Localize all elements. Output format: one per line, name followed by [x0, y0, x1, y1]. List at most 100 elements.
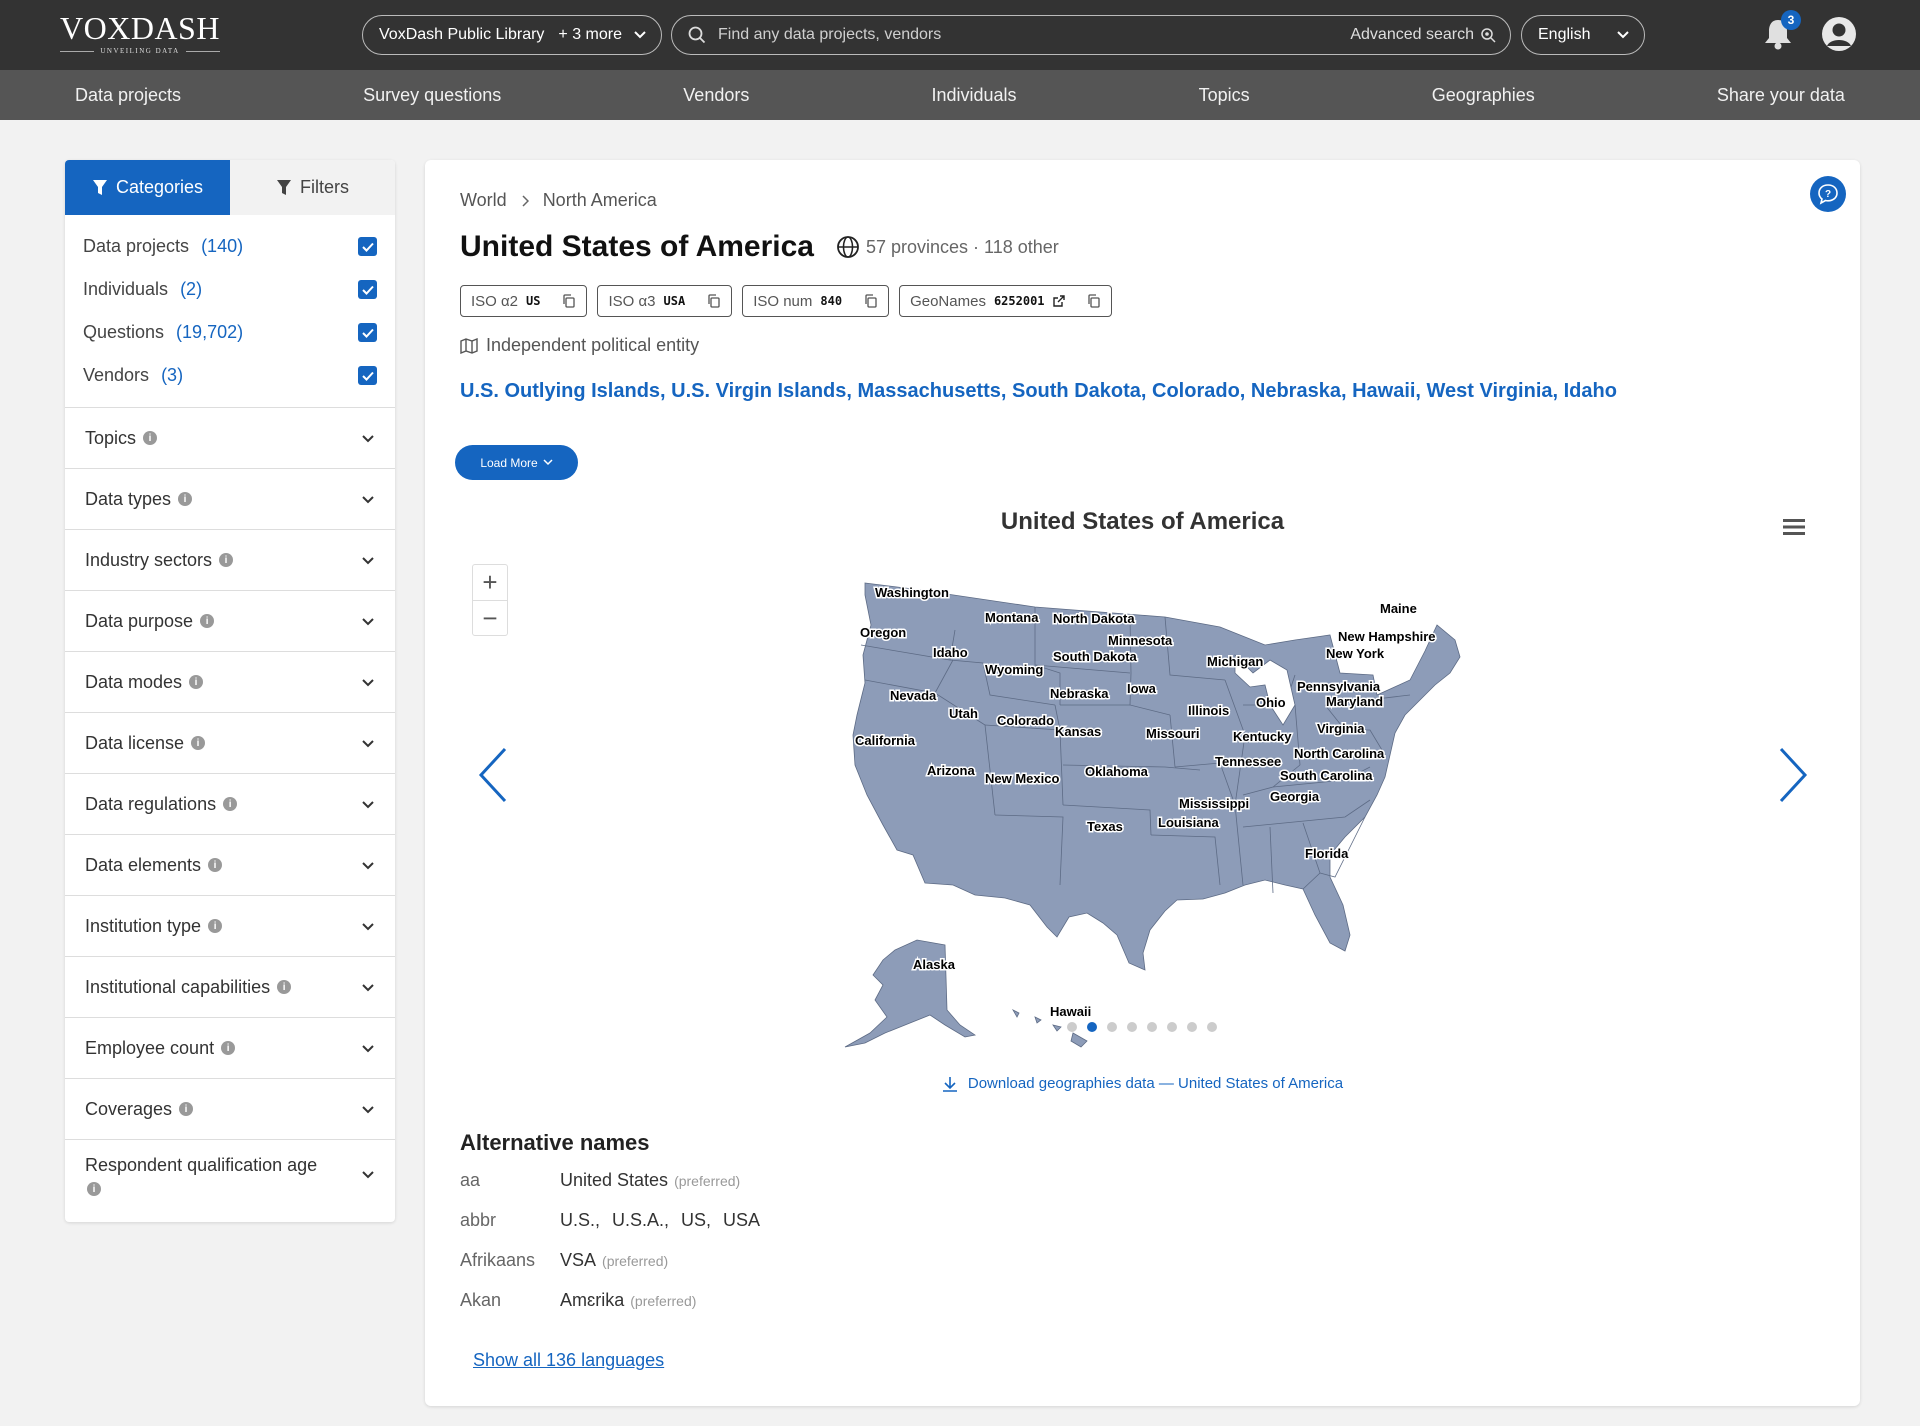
copy-icon[interactable] — [562, 294, 576, 308]
facet-data-purpose[interactable]: Data purpose i — [65, 591, 395, 652]
funnel-icon — [92, 179, 107, 195]
state-label: Ohio — [1256, 695, 1286, 710]
tab-filters[interactable]: Filters — [230, 160, 395, 215]
abbr-item: US, — [681, 1210, 712, 1230]
category-count: (2) — [180, 279, 203, 299]
tab-categories[interactable]: Categories — [65, 160, 230, 215]
us-map[interactable]: Washington Oregon California Nevada Idaho Mon… — [825, 555, 1485, 1155]
checkbox[interactable] — [358, 366, 377, 385]
carousel-dot[interactable] — [1167, 1022, 1177, 1032]
facet-institutional-capabilities[interactable]: Institutional capabilities i — [65, 957, 395, 1018]
alt-value: United States — [560, 1170, 669, 1190]
nav-survey-questions[interactable]: Survey questions — [363, 85, 501, 106]
facet-data-regulations[interactable]: Data regulations i — [65, 774, 395, 835]
info-icon[interactable]: i — [277, 980, 292, 994]
library-selector[interactable]: VoxDash Public Library + 3 more — [362, 15, 662, 55]
search-input[interactable]: Find any data projects, vendors — [718, 26, 941, 44]
province-count: 57 provinces · 118 other — [865, 236, 1059, 257]
state-label: Alaska — [913, 957, 956, 972]
info-icon[interactable]: i — [189, 675, 204, 689]
facet-data-elements[interactable]: Data elements i — [65, 835, 395, 896]
breadcrumb-north-america[interactable]: North America — [543, 190, 657, 211]
carousel-dot[interactable] — [1147, 1022, 1157, 1032]
nav-data-projects[interactable]: Data projects — [75, 85, 181, 106]
info-icon[interactable]: i — [178, 492, 193, 506]
facet-label: Respondent qualification age — [85, 1155, 318, 1175]
info-icon[interactable]: i — [223, 797, 238, 811]
download-icon — [942, 1076, 957, 1092]
state-label: North Dakota — [1053, 611, 1135, 626]
copy-icon[interactable] — [707, 294, 721, 308]
facet-topics[interactable]: Topics i — [65, 408, 395, 469]
info-icon[interactable]: i — [208, 858, 223, 872]
info-icon[interactable]: i — [191, 736, 206, 750]
carousel-dot[interactable] — [1107, 1022, 1117, 1032]
category-vendors[interactable]: Vendors (3) — [83, 354, 377, 397]
category-questions[interactable]: Questions (19,702) — [83, 311, 377, 354]
info-icon[interactable]: i — [221, 1041, 236, 1055]
carousel-dot[interactable] — [1087, 1022, 1097, 1032]
chevron-right-icon[interactable] — [1775, 745, 1811, 805]
info-icon[interactable]: i — [208, 919, 223, 933]
facet-data-modes[interactable]: Data modes i — [65, 652, 395, 713]
info-icon[interactable]: i — [200, 614, 215, 628]
map-icon — [460, 337, 478, 354]
check-icon — [361, 328, 374, 338]
load-more-button[interactable]: Load More — [455, 445, 578, 480]
facet-data-types[interactable]: Data types i — [65, 469, 395, 530]
info-icon[interactable]: i — [219, 553, 234, 567]
facet-employee-count[interactable]: Employee count i — [65, 1018, 395, 1079]
nav-topics[interactable]: Topics — [1199, 85, 1250, 106]
subdivision-links[interactable]: U.S. Outlying Islands, U.S. Virgin Islan… — [460, 380, 1617, 403]
category-data-projects[interactable]: Data projects (140) — [83, 225, 377, 268]
copy-icon[interactable] — [864, 294, 878, 308]
show-all-languages-link[interactable]: Show all 136 languages — [473, 1350, 664, 1371]
download-link[interactable]: Download geographies data — United State… — [425, 1075, 1860, 1092]
carousel-dot[interactable] — [1067, 1022, 1077, 1032]
facet-coverages[interactable]: Coverages i — [65, 1079, 395, 1140]
checkbox[interactable] — [358, 280, 377, 299]
info-icon[interactable]: i — [143, 431, 158, 445]
state-label: Nebraska — [1050, 686, 1109, 701]
info-icon[interactable]: i — [87, 1182, 101, 1196]
advanced-search-button[interactable]: Advanced search — [1350, 26, 1496, 44]
facet-respondent-qualification-age[interactable]: Respondent qualification age i — [65, 1140, 395, 1220]
alt-value: U.S., U.S.A., US, USA — [560, 1210, 772, 1231]
state-label: Oregon — [860, 625, 906, 640]
nav-individuals[interactable]: Individuals — [931, 85, 1016, 106]
abbr-item: U.S.A., — [612, 1210, 670, 1230]
category-individuals[interactable]: Individuals (2) — [83, 268, 377, 311]
breadcrumb-world[interactable]: World — [460, 190, 507, 211]
zoom-in-button[interactable]: + — [473, 565, 507, 600]
carousel-dot[interactable] — [1207, 1022, 1217, 1032]
entity-type-label: Independent political entity — [486, 335, 700, 355]
copy-icon[interactable] — [1087, 294, 1101, 308]
logo[interactable]: VOXDASH UNVEILING DATA — [60, 11, 221, 59]
checkbox[interactable] — [358, 237, 377, 256]
state-label: New Mexico — [985, 771, 1059, 786]
nav-share-your-data[interactable]: Share your data — [1717, 85, 1845, 106]
search-bar[interactable]: Find any data projects, vendors Advanced… — [671, 15, 1511, 55]
carousel-dot[interactable] — [1127, 1022, 1137, 1032]
facet-institution-type[interactable]: Institution type i — [65, 896, 395, 957]
chevron-left-icon[interactable] — [475, 745, 511, 805]
zoom-out-button[interactable]: − — [473, 600, 507, 635]
facet-data-license[interactable]: Data license i — [65, 713, 395, 774]
code-value[interactable]: 6252001 — [994, 294, 1045, 308]
state-label: Tennessee — [1215, 754, 1281, 769]
zoom-controls: + − — [472, 564, 508, 636]
info-icon[interactable]: i — [179, 1102, 194, 1116]
user-avatar-icon[interactable] — [1821, 16, 1857, 52]
carousel-dot[interactable] — [1187, 1022, 1197, 1032]
menu-icon[interactable] — [1783, 518, 1805, 536]
state-label: New York — [1326, 646, 1385, 661]
language-selector[interactable]: English — [1521, 15, 1645, 55]
nav-geographies[interactable]: Geographies — [1432, 85, 1535, 106]
checkbox[interactable] — [358, 323, 377, 342]
category-count: (19,702) — [176, 322, 244, 342]
external-link-icon[interactable] — [1052, 295, 1065, 307]
nav-vendors[interactable]: Vendors — [683, 85, 749, 106]
state-label: Colorado — [997, 713, 1054, 728]
help-button[interactable]: ? — [1810, 176, 1846, 212]
facet-industry-sectors[interactable]: Industry sectors i — [65, 530, 395, 591]
